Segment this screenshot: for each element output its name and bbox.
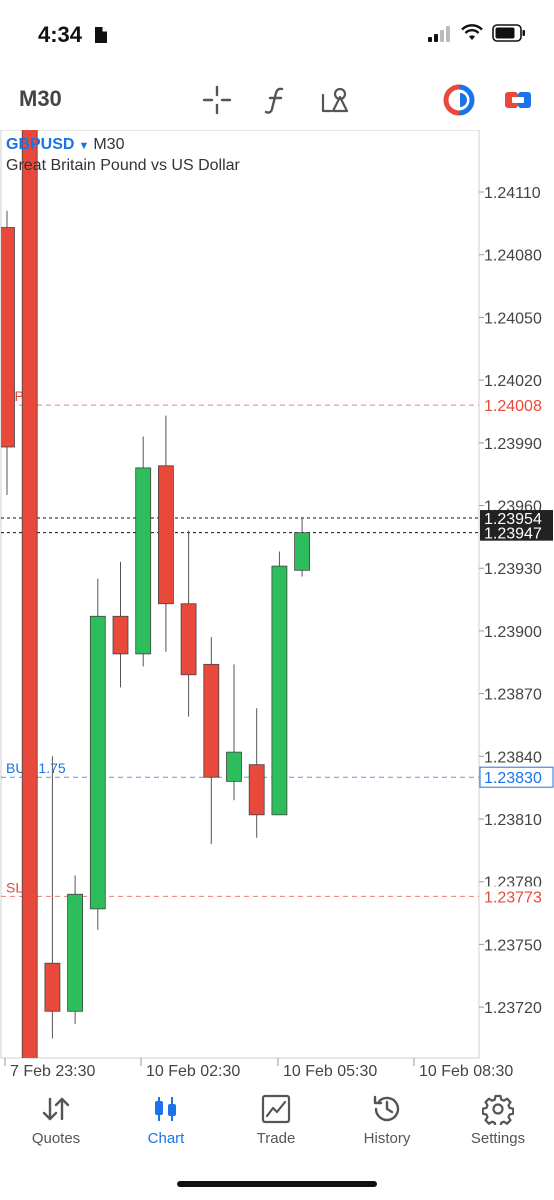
y-tick-label: 1.24080 xyxy=(484,248,542,265)
y-tick-label: 1.24110 xyxy=(484,185,541,202)
symbol-header[interactable]: GBPUSD ▼ M30 xyxy=(6,136,124,154)
x-tick-label: 10 Feb 08:30 xyxy=(419,1063,513,1080)
bear-candle xyxy=(44,962,61,1012)
quotes-icon xyxy=(42,1097,70,1121)
bottom-nav: Quotes Chart Trade History Settings xyxy=(0,1086,554,1166)
document-icon xyxy=(95,27,107,43)
nav-quotes[interactable]: Quotes xyxy=(6,1092,106,1147)
level-price-label-tp: 1.24008 xyxy=(484,398,542,415)
candles-group xyxy=(1,130,311,1058)
nav-label: Settings xyxy=(470,1130,526,1147)
symbol-timeframe: M30 xyxy=(93,136,125,153)
current-price-label: 1.23947 xyxy=(484,526,542,543)
x-tick-label: 10 Feb 02:30 xyxy=(146,1063,240,1080)
nav-label: Chart xyxy=(147,1130,185,1147)
symbol-dropdown-icon[interactable]: ▼ xyxy=(78,140,89,152)
y-tick-label: 1.23870 xyxy=(484,687,542,704)
y-tick-label: 1.23990 xyxy=(484,436,542,453)
trade-panel-icon[interactable] xyxy=(502,84,534,116)
one-click-trading-icon[interactable] xyxy=(443,84,475,116)
symbol-description: Great Britain Pound vs US Dollar xyxy=(6,157,240,174)
nav-trade[interactable]: Trade xyxy=(226,1092,326,1147)
bull-candle xyxy=(89,615,106,910)
y-tick-label: 1.23840 xyxy=(484,749,542,766)
status-bar: 4:34 xyxy=(0,0,554,70)
price-chart[interactable]: 1.24110 1.24080 1.24050 1.24020 1.23990 1.239… xyxy=(0,130,554,1080)
y-tick-label: 1.24050 xyxy=(484,310,542,327)
timeframe-button[interactable]: M30 xyxy=(19,86,62,112)
y-tick-label: 1.23720 xyxy=(484,1000,542,1017)
level-price-label-sl: 1.23773 xyxy=(484,889,542,906)
home-indicator xyxy=(177,1181,377,1187)
history-icon xyxy=(373,1095,400,1122)
bull-candle xyxy=(67,893,83,1012)
symbol-name[interactable]: GBPUSD xyxy=(6,136,74,153)
x-tick-label: 7 Feb 23:30 xyxy=(10,1063,96,1080)
x-tick-label: 10 Feb 05:30 xyxy=(283,1063,377,1080)
chart-toolbar: M30 xyxy=(0,72,554,126)
bear-candle xyxy=(21,130,38,1058)
bull-candle xyxy=(226,751,242,782)
y-tick-label: 1.23930 xyxy=(484,561,542,578)
bear-candle xyxy=(248,764,265,816)
crosshair-icon[interactable] xyxy=(201,84,233,116)
trade-icon xyxy=(261,1094,291,1124)
level-price-label-buy: 1.23830 xyxy=(484,770,542,787)
wifi-icon xyxy=(461,24,483,40)
bear-candle xyxy=(203,663,220,778)
nav-label: Trade xyxy=(256,1130,296,1147)
battery-icon xyxy=(492,24,525,42)
indicators-icon[interactable] xyxy=(260,84,292,116)
cellular-signal-icon xyxy=(428,26,450,42)
nav-chart[interactable]: Chart xyxy=(116,1092,216,1147)
status-time: 4:34 xyxy=(38,22,83,47)
bear-candle xyxy=(180,603,197,676)
candlestick-chart[interactable]: 1.24110 1.24080 1.24050 1.24020 1.23990 1.239… xyxy=(0,130,554,1080)
objects-icon[interactable] xyxy=(319,84,351,116)
y-tick-label: 1.23810 xyxy=(484,812,542,829)
nav-settings[interactable]: Settings xyxy=(448,1092,548,1147)
nav-label: History xyxy=(363,1130,411,1147)
nav-label: Quotes xyxy=(31,1130,81,1147)
y-tick-label: 1.23900 xyxy=(484,624,542,641)
y-tick-label: 1.23750 xyxy=(484,937,542,954)
bull-candle xyxy=(135,467,152,655)
level-label-sl: SL xyxy=(6,879,23,895)
bear-candle xyxy=(112,615,129,655)
chart-icon xyxy=(155,1097,176,1121)
bull-candle xyxy=(271,565,288,816)
y-tick-label: 1.24020 xyxy=(484,373,542,390)
nav-history[interactable]: History xyxy=(337,1092,437,1147)
bear-candle xyxy=(1,227,15,448)
bull-candle xyxy=(294,532,311,571)
settings-icon xyxy=(482,1094,514,1125)
bear-candle xyxy=(157,465,174,605)
